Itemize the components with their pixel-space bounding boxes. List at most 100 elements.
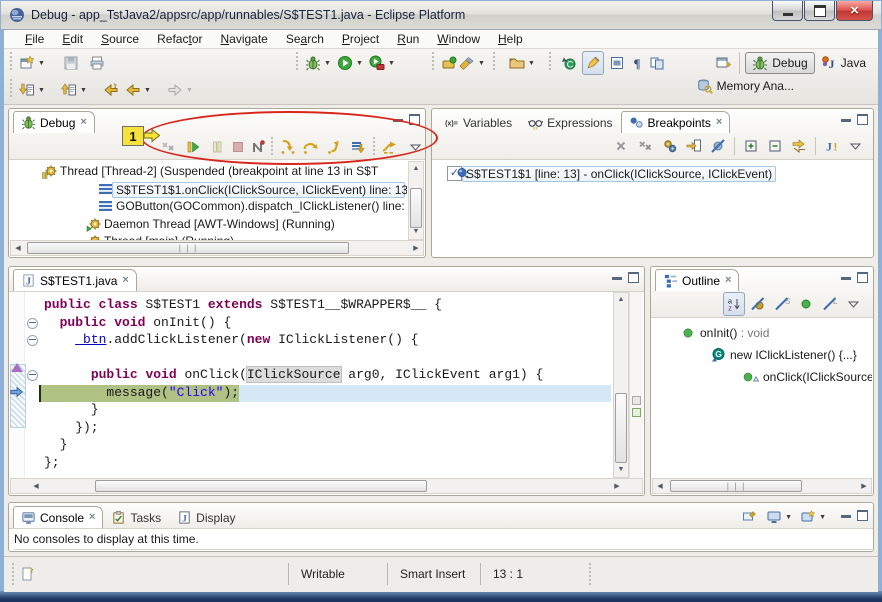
code-line[interactable]: message("Click");	[25, 385, 611, 403]
forward-dropdown-icon[interactable]: ▼	[186, 87, 193, 94]
code-line[interactable]: _btn.addClickListener(new IClickListener…	[25, 332, 611, 350]
debug-tree-row[interactable]: S$TEST1$1.onClick(IClickSource, IClickEv…	[10, 181, 407, 198]
editor-minimize-icon[interactable]	[612, 277, 622, 280]
tab-tasks[interactable]: Tasks	[103, 506, 169, 528]
tab-expressions[interactable]: xzExpressions	[520, 111, 620, 133]
fast-view-icon[interactable]	[20, 566, 36, 582]
code-line[interactable]	[25, 350, 611, 368]
go-to-file-button[interactable]	[683, 134, 705, 158]
code-line[interactable]: public void onInit() {	[25, 315, 611, 333]
view-menu-button[interactable]	[843, 292, 865, 316]
pin-console-button[interactable]	[739, 505, 761, 529]
display-console-button[interactable]: ▼	[763, 505, 795, 529]
code-line[interactable]: public class S$TEST1 extends S$TEST1__$W…	[25, 297, 611, 315]
tab-breakpoints[interactable]: Breakpoints×	[621, 111, 731, 133]
debug-tree-row[interactable]: Thread [Thread-2] (Suspended (breakpoint…	[10, 163, 407, 180]
tab-display[interactable]: JDisplay	[169, 506, 243, 528]
print-button[interactable]	[86, 51, 108, 75]
breakpoint-properties-button[interactable]	[659, 134, 681, 158]
editor-vscrollbar[interactable]: ▲ ▼	[613, 292, 629, 478]
debug-tree-row[interactable]: Thread [main] (Running)	[10, 233, 407, 240]
run-button[interactable]: ▼	[334, 51, 366, 75]
external-tools-button[interactable]: ▼	[366, 51, 398, 75]
debug-dropdown-icon[interactable]: ▼	[324, 60, 331, 67]
new-wizard-button[interactable]: ▼	[16, 51, 48, 75]
external-tools-dropdown-icon[interactable]: ▼	[388, 60, 395, 67]
code-line[interactable]: public void onClick(IClickSource arg0, I…	[25, 367, 611, 385]
add-exception-breakpoint-button[interactable]: J!	[821, 134, 843, 158]
outline-tab-close-icon[interactable]: ×	[725, 275, 731, 286]
link-with-editor-button[interactable]	[646, 51, 668, 75]
fold-collapse-icon[interactable]	[27, 335, 38, 346]
fold-ruler-cell[interactable]	[25, 367, 39, 385]
code-line[interactable]: }	[25, 402, 611, 420]
maximize-button[interactable]	[804, 1, 835, 21]
menu-navigate[interactable]: Navigate	[211, 31, 276, 47]
last-edit-location-button[interactable]	[100, 78, 122, 102]
perspective-debug[interactable]: Debug	[745, 52, 814, 74]
open-resource-button[interactable]: ▼	[506, 51, 538, 75]
perspective-java[interactable]: JJava	[815, 53, 872, 73]
menu-project[interactable]: Project	[333, 31, 388, 47]
overview-ruler[interactable]	[629, 292, 643, 478]
skip-all-breakpoints-button[interactable]	[707, 134, 729, 158]
menu-file[interactable]: File	[16, 31, 53, 47]
breakpoint-row[interactable]: ✓ S$TEST1$1 [line: 13] - onClick(IClickS…	[447, 165, 776, 182]
next-annotation-dropdown-icon[interactable]: ▼	[38, 87, 45, 94]
link-with-debug-button[interactable]	[788, 134, 810, 158]
previous-annotation-dropdown-icon[interactable]: ▼	[80, 87, 87, 94]
hide-non-public-button[interactable]	[795, 292, 817, 316]
menu-refactor[interactable]: Refactor	[148, 31, 211, 47]
expand-all-button[interactable]	[740, 134, 762, 158]
tab-debug-close-icon[interactable]: ×	[80, 117, 86, 128]
code-line[interactable]: }	[25, 437, 611, 455]
tab-close-icon[interactable]: ×	[716, 117, 722, 128]
menu-edit[interactable]: Edit	[53, 31, 92, 47]
menu-source[interactable]: Source	[92, 31, 148, 47]
stack-frame-label[interactable]: S$TEST1$1.onClick(IClickSource, IClickEv…	[112, 182, 405, 198]
open-console-button[interactable]: ▼	[797, 505, 829, 529]
title-bar[interactable]: Debug - app_TstJava2/appsrc/app/runnable…	[1, 1, 881, 30]
show-whitespace-button[interactable]: ¶	[626, 51, 648, 75]
outline-hscrollbar[interactable]: ◀ ▶ ❘❘❘	[652, 478, 872, 494]
new-class-button[interactable]: C	[558, 51, 580, 75]
fold-collapse-icon[interactable]	[27, 370, 38, 381]
run-dropdown-icon[interactable]: ▼	[356, 60, 363, 67]
outline-maximize-icon[interactable]	[857, 272, 868, 283]
search-dropdown-icon[interactable]: ▼	[478, 60, 485, 67]
new-wizard-dropdown-icon[interactable]: ▼	[38, 60, 45, 67]
open-console-dropdown-icon[interactable]: ▼	[819, 514, 826, 521]
debug-button[interactable]: ▼	[302, 51, 334, 75]
tab-debug[interactable]: Debug ×	[13, 111, 95, 133]
back-button[interactable]: ▼	[122, 78, 154, 102]
debug-vscrollbar[interactable]: ▲ ▼	[408, 161, 424, 240]
menu-help[interactable]: Help	[489, 31, 532, 47]
fold-ruler-cell[interactable]	[25, 332, 39, 350]
previous-annotation-button[interactable]: ▼	[58, 78, 90, 102]
mark-occurrences-button[interactable]	[582, 51, 604, 75]
fold-ruler-cell[interactable]	[25, 315, 39, 333]
code-line[interactable]: };	[25, 455, 611, 473]
editor-hscrollbar[interactable]: ◀ ▶	[10, 478, 643, 494]
hide-local-types-button[interactable]: L	[819, 292, 841, 316]
back-dropdown-icon[interactable]: ▼	[144, 87, 151, 94]
breakpoint-label[interactable]: S$TEST1$1 [line: 13] - onClick(IClickSou…	[462, 166, 776, 182]
debug-tree-row[interactable]: GOButton(GOCommon).dispatch_IClickListen…	[10, 198, 407, 215]
hide-fields-button[interactable]	[747, 292, 769, 316]
hide-static-button[interactable]: S	[771, 292, 793, 316]
minimize-button[interactable]	[772, 1, 803, 21]
tab-outline[interactable]: Outline ×	[655, 269, 739, 291]
breakpoints-minimize-icon[interactable]	[841, 119, 851, 122]
console-maximize-icon[interactable]	[857, 510, 868, 521]
remove-breakpoint-button[interactable]	[611, 134, 633, 158]
open-resource-dropdown-icon[interactable]: ▼	[528, 60, 535, 67]
code-line[interactable]: });	[25, 420, 611, 438]
tab-console[interactable]: Console×	[13, 506, 103, 528]
outline-minimize-icon[interactable]	[841, 277, 851, 280]
editor-tab-close-icon[interactable]: ×	[122, 275, 128, 286]
breakpoints-maximize-icon[interactable]	[857, 114, 868, 125]
tab-variables[interactable]: (x)=Variables	[436, 111, 520, 133]
sort-button[interactable]: az	[723, 292, 745, 316]
fold-collapse-icon[interactable]	[27, 318, 38, 329]
search-button[interactable]: ▼	[456, 51, 488, 75]
